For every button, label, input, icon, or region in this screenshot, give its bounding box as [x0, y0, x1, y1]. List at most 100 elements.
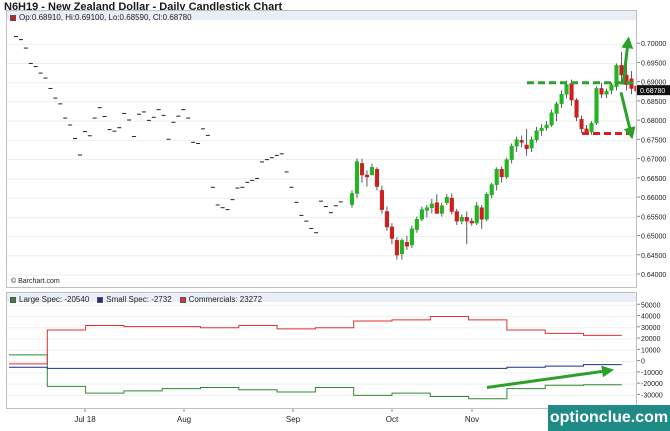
candle-body	[374, 168, 379, 187]
candle-body	[564, 84, 569, 95]
candle-body	[399, 240, 404, 255]
candle-body	[489, 184, 494, 196]
candle-body	[469, 220, 474, 224]
cot-legend: Large Spec: -20540 Small Spec: -2732 Com…	[10, 295, 270, 304]
cot-tick-label: 20000	[641, 336, 661, 343]
candle-body	[504, 159, 509, 178]
cot-tick-label: 30000	[641, 325, 661, 332]
cot-tick-label: 10000	[641, 347, 661, 354]
candle-body	[434, 202, 439, 214]
candle-body	[359, 163, 365, 176]
candle-body	[439, 205, 444, 214]
candle-body	[454, 211, 459, 222]
legend-commercials-swatch	[179, 296, 186, 303]
price-tick-label: 0.64500	[641, 253, 666, 260]
candle-body	[424, 207, 429, 211]
candle-body	[419, 209, 424, 220]
candle-body	[369, 167, 375, 176]
cot-tick-label: 50000	[641, 302, 661, 309]
price-chart	[7, 11, 636, 276]
candle-body	[549, 112, 554, 126]
candle-body	[484, 193, 489, 220]
candle-body	[494, 168, 499, 185]
legend-commercials-label: Commercials: 23272	[188, 295, 263, 304]
candle-body	[499, 168, 504, 178]
cot-y-axis: 50000 40000 30000 20000 10000 0 -10000 -20000 -3…	[637, 302, 663, 399]
candle-body	[544, 124, 549, 129]
ohlc-legend-swatch	[10, 14, 16, 21]
candle-body	[589, 122, 594, 133]
price-tick-label: 0.66500	[641, 176, 666, 183]
price-tick-label: 0.70000	[641, 41, 666, 48]
x-tick-label: Sep	[286, 415, 301, 424]
candle-body	[509, 145, 514, 160]
price-tick-label: 0.69500	[641, 60, 666, 67]
candle-body	[404, 242, 409, 247]
legend-large-spec: Large Spec: -20540	[10, 295, 89, 304]
down-arrow	[619, 91, 636, 140]
price-tick-label: 0.68500	[641, 99, 666, 106]
candle-body	[354, 161, 360, 194]
candle-body	[444, 197, 449, 203]
price-y-axis: 0.64000 0.64500 0.65000 0.65500 0.66000 0.665…	[637, 41, 670, 279]
candle-body	[524, 144, 529, 150]
candle-body	[634, 85, 636, 92]
candle-body	[389, 226, 394, 239]
candle-body	[464, 217, 469, 222]
candle-body	[604, 90, 609, 95]
candle-body	[519, 140, 524, 143]
price-panel: Op:0.68910, Hi:0.69100, Lo:0.68590, Cl:0…	[6, 10, 637, 288]
cot-series-line	[9, 364, 622, 369]
cot-tick-label: -30000	[641, 392, 663, 399]
cot-tick-label: 40000	[641, 314, 661, 321]
x-tick-label: Aug	[177, 415, 191, 424]
candle-body	[529, 139, 534, 149]
candle-body	[459, 217, 464, 222]
legend-large-spec-swatch	[10, 296, 16, 303]
candle-body	[619, 65, 624, 76]
last-price-label: 0.68780	[640, 88, 665, 95]
candle-body	[569, 83, 574, 101]
barchart-credit: © Barchart.com	[11, 278, 60, 285]
ohlc-text: Op:0.68910, Hi:0.69100, Lo:0.68590, Cl:0…	[19, 13, 192, 22]
watermark: optionclue.com	[548, 405, 670, 431]
candle-body	[384, 211, 389, 228]
legend-large-spec-label: Large Spec: -20540	[19, 295, 90, 304]
candle-body	[479, 207, 484, 220]
candle-body	[349, 193, 355, 205]
candle-body	[559, 93, 564, 105]
price-tick-label: 0.66000	[641, 195, 666, 202]
price-tick-label: 0.68000	[641, 118, 666, 125]
cot-chart	[7, 293, 636, 400]
legend-small-spec-label: Small Spec: -2732	[106, 295, 172, 304]
price-tick-label: 0.65500	[641, 214, 666, 221]
candle-body	[474, 205, 479, 224]
candle-body	[584, 128, 589, 133]
ohlc-legend: Op:0.68910, Hi:0.69100, Lo:0.68590, Cl:0…	[10, 13, 192, 22]
candle-body	[364, 174, 370, 178]
candle-body	[534, 130, 539, 140]
price-tick-label: 0.67500	[641, 137, 666, 144]
legend-small-spec-swatch	[97, 296, 104, 303]
candle-body	[409, 228, 414, 246]
candle-body	[394, 240, 399, 256]
candle-body	[554, 103, 559, 114]
candle-body	[379, 190, 384, 210]
cot-series-line	[9, 316, 622, 365]
price-tick-label: 0.64000	[641, 272, 666, 279]
x-tick-label: Nov	[465, 415, 479, 424]
legend-commercials: Commercials: 23272	[179, 295, 263, 304]
price-tick-label: 0.65000	[641, 234, 666, 241]
x-tick-label: Oct	[386, 415, 399, 424]
candle-body	[599, 88, 604, 95]
x-axis: Jul 18 Aug Sep Oct Nov	[74, 409, 479, 424]
candle-body	[539, 127, 544, 132]
candle-body	[449, 197, 454, 212]
candle-body	[574, 99, 579, 118]
cot-tick-label: 0	[641, 359, 645, 366]
candle-body	[514, 139, 519, 147]
x-tick-label: Jul 18	[74, 415, 96, 424]
candle-body	[414, 218, 419, 230]
cot-tick-label: -10000	[641, 370, 663, 377]
cot-tick-label: -20000	[641, 381, 663, 388]
